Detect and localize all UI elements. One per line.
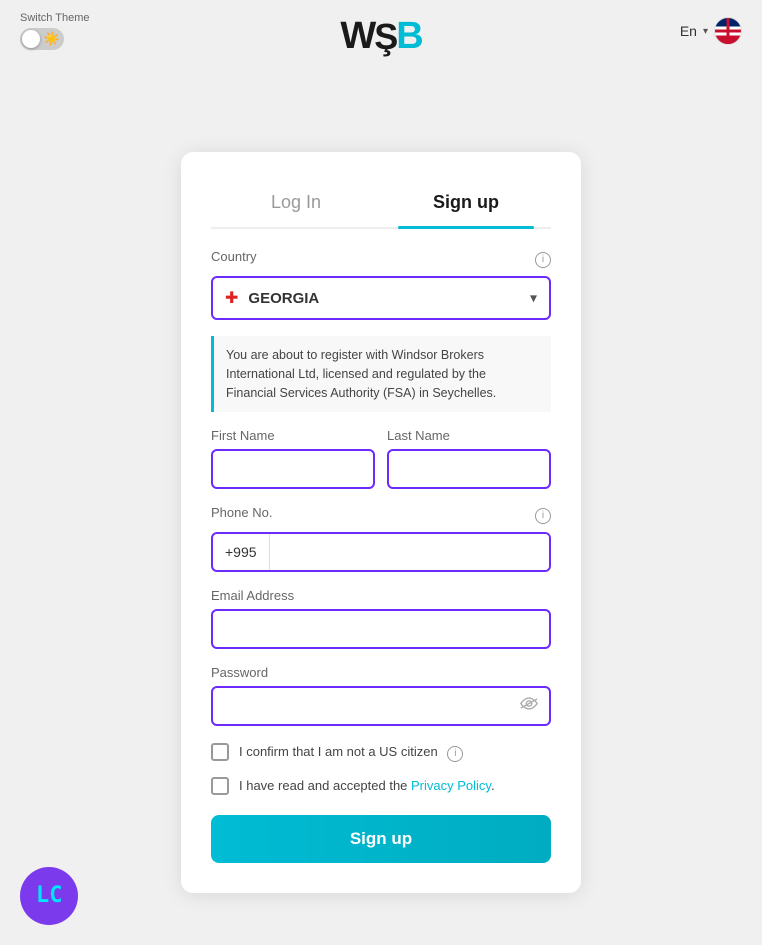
country-label: Country <box>211 249 257 264</box>
lang-chevron: ▾ <box>703 26 708 37</box>
privacy-policy-checkbox[interactable] <box>211 777 229 795</box>
privacy-policy-check-row: I have read and accepted the Privacy Pol… <box>211 776 551 796</box>
logo-separator: Ş <box>374 16 396 58</box>
email-label: Email Address <box>211 588 551 603</box>
us-citizen-label: I confirm that I am not a US citizen i <box>239 742 463 762</box>
privacy-policy-label: I have read and accepted the Privacy Pol… <box>239 776 495 796</box>
logo-w: W <box>340 15 374 58</box>
phone-wrapper: +995 <box>211 532 551 572</box>
eye-icon[interactable] <box>519 697 539 716</box>
tab-signup[interactable]: Sign up <box>381 182 551 227</box>
country-info-icon[interactable]: i <box>535 252 551 268</box>
password-wrapper <box>211 686 551 726</box>
country-value: GEORGIA <box>248 290 513 307</box>
notice-box: You are about to register with Windsor B… <box>211 336 551 412</box>
georgia-flag-icon: ✚ <box>225 288 238 308</box>
email-field-group: Email Address <box>211 588 551 649</box>
country-field-group: Country i ✚ GEORGIA ▾ <box>211 249 551 320</box>
last-name-input[interactable] <box>387 449 551 489</box>
first-name-field: First Name <box>211 428 375 489</box>
sun-icon: ☀️ <box>44 31 60 47</box>
phone-field-group: Phone No. i +995 <box>211 505 551 572</box>
logo-b: B <box>396 15 421 58</box>
country-select[interactable]: ✚ GEORGIA ▾ <box>211 276 551 320</box>
lang-label: En <box>680 23 697 39</box>
phone-label: Phone No. <box>211 505 272 520</box>
phone-prefix: +995 <box>213 534 270 570</box>
us-citizen-checkbox[interactable] <box>211 743 229 761</box>
last-name-field: Last Name <box>387 428 551 489</box>
logo: WŞB <box>340 15 421 58</box>
bottom-logo-text: LC <box>32 876 66 916</box>
us-citizen-check-row: I confirm that I am not a US citizen i <box>211 742 551 762</box>
password-field-group: Password <box>211 665 551 726</box>
language-selector[interactable]: En ▾ <box>680 17 742 45</box>
name-row: First Name Last Name <box>211 428 551 489</box>
switch-theme-label: Switch Theme <box>20 12 90 24</box>
auth-tabs: Log In Sign up <box>211 182 551 229</box>
password-label: Password <box>211 665 551 680</box>
country-select-inner[interactable]: ✚ GEORGIA <box>213 278 549 318</box>
first-name-input[interactable] <box>211 449 375 489</box>
flag-icon <box>714 17 742 45</box>
header: Switch Theme ☀️ WŞB En ▾ <box>0 0 762 62</box>
phone-info-icon[interactable]: i <box>535 508 551 524</box>
theme-toggle[interactable]: ☀️ <box>20 28 64 50</box>
privacy-policy-link[interactable]: Privacy Policy <box>411 778 491 793</box>
switch-theme-area: Switch Theme ☀️ <box>20 12 90 50</box>
bottom-logo: LC <box>20 867 78 925</box>
notice-text: You are about to register with Windsor B… <box>226 348 496 400</box>
svg-text:LC: LC <box>36 883 63 908</box>
password-input[interactable] <box>211 686 551 726</box>
signup-button[interactable]: Sign up <box>211 815 551 863</box>
us-citizen-info-icon[interactable]: i <box>447 746 463 762</box>
phone-input[interactable] <box>270 534 549 570</box>
country-label-row: Country i <box>211 249 551 270</box>
last-name-label: Last Name <box>387 428 551 443</box>
email-input[interactable] <box>211 609 551 649</box>
tab-login[interactable]: Log In <box>211 182 381 227</box>
phone-label-row: Phone No. i <box>211 505 551 526</box>
toggle-knob <box>22 30 40 48</box>
signup-card: Log In Sign up Country i ✚ GEORGIA ▾ You… <box>181 152 581 893</box>
first-name-label: First Name <box>211 428 375 443</box>
logo-text: WŞB <box>340 15 421 58</box>
